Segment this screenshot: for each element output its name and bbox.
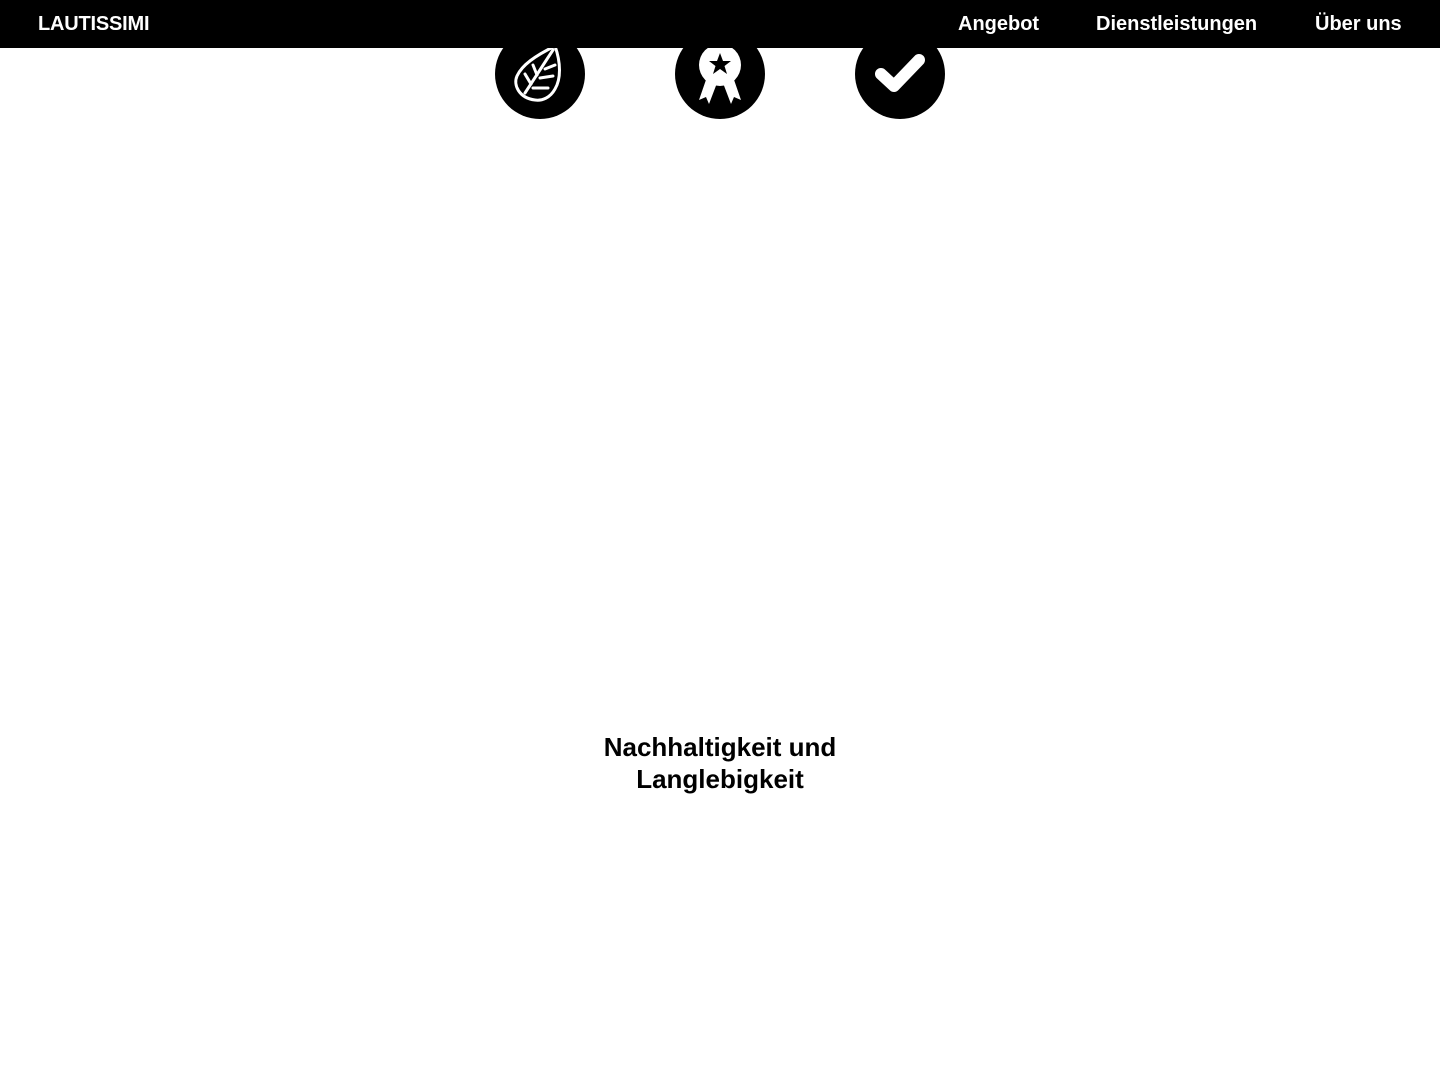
nav-link-dienstleistungen[interactable]: Dienstleistungen xyxy=(1096,11,1257,37)
nav-link-angebot[interactable]: Angebot xyxy=(958,11,1039,37)
feature-heading-line2: Langlebigkeit xyxy=(636,764,804,794)
top-navigation-bar: LAUTISSIMI Angebot Dienstleistungen Über… xyxy=(0,0,1440,48)
brand-logo[interactable]: LAUTISSIMI xyxy=(38,11,150,37)
feature-heading-line1: Nachhaltigkeit und xyxy=(603,732,837,762)
nav-link-ueber-uns[interactable]: Über uns xyxy=(1315,11,1402,37)
feature-heading: Nachhaltigkeit und Langlebigkeit xyxy=(520,731,920,795)
